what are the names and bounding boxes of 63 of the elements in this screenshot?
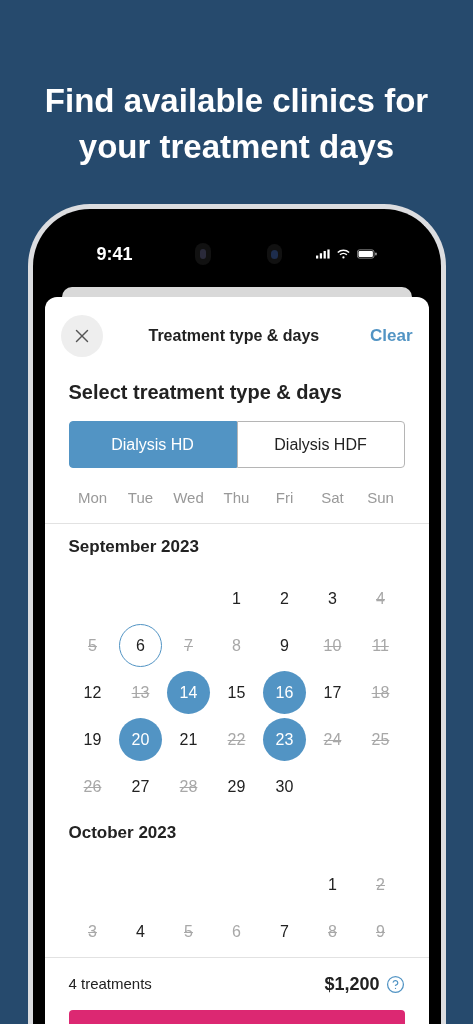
sensor-icon xyxy=(194,243,212,265)
calendar-day[interactable]: 5 xyxy=(167,910,210,953)
calendar-day[interactable]: 13 xyxy=(119,671,162,714)
weekday-label: Sun xyxy=(366,488,395,508)
price-total: $1,200 xyxy=(324,972,380,996)
calendar-day[interactable]: 1 xyxy=(311,863,354,906)
calendar-day[interactable]: 27 xyxy=(119,765,162,808)
calendar-day[interactable]: 3 xyxy=(311,577,354,620)
calendar-day[interactable]: 24 xyxy=(311,718,354,761)
month-title: September 2023 xyxy=(68,536,200,554)
month-title: October 2023 xyxy=(68,822,178,840)
camera-icon xyxy=(267,244,283,264)
help-icon[interactable] xyxy=(385,974,405,994)
calendar-day[interactable]: 18 xyxy=(359,671,402,714)
calendar-day[interactable]: 14 xyxy=(167,671,210,714)
weekday-label: Thu xyxy=(222,488,251,508)
battery-icon xyxy=(356,248,377,260)
calendar-day[interactable]: 22 xyxy=(215,718,258,761)
section-title: Select treatment type & days xyxy=(67,380,343,405)
calendar-day[interactable]: 6 xyxy=(215,910,258,953)
calendar-day[interactable]: 8 xyxy=(311,910,354,953)
calendar-day[interactable]: 26 xyxy=(71,765,114,808)
calendar-day[interactable]: 7 xyxy=(263,910,306,953)
calendar-day[interactable]: 9 xyxy=(263,624,306,667)
calendar-day[interactable]: 12 xyxy=(71,671,114,714)
calendar-day[interactable]: 11 xyxy=(359,624,402,667)
sheet-title: Treatment type & days xyxy=(148,326,320,346)
treatment-count: 4 treatments xyxy=(68,973,152,994)
headline: Find available clinics for your treatment days xyxy=(43,81,430,167)
weekday-label: Wed xyxy=(172,488,205,508)
status-time: 9:41 xyxy=(96,242,133,266)
calendar-day[interactable]: 8 xyxy=(215,624,258,667)
calendar-day[interactable]: 1 xyxy=(215,577,258,620)
weekday-label: Fri xyxy=(274,488,295,508)
calendar-day[interactable]: 28 xyxy=(167,765,210,808)
calendar-day[interactable]: 2 xyxy=(263,577,306,620)
calendar-day[interactable]: 4 xyxy=(359,577,402,620)
wifi-icon xyxy=(336,248,350,260)
clear-link[interactable]: Clear xyxy=(369,323,413,349)
calendar-day[interactable]: 16 xyxy=(263,671,306,714)
close-button[interactable] xyxy=(60,315,103,357)
calendar-day[interactable]: 21 xyxy=(167,718,210,761)
calendar-day[interactable]: 3 xyxy=(71,910,114,953)
weekday-label: Mon xyxy=(76,488,109,508)
calendar-day[interactable]: 19 xyxy=(71,718,114,761)
segment-tab[interactable]: Dialysis HD xyxy=(68,421,237,468)
calendar-day[interactable]: 7 xyxy=(167,624,210,667)
segment-tab[interactable]: Dialysis HDF xyxy=(236,421,405,468)
weekday-label: Tue xyxy=(126,488,155,508)
calendar-day[interactable]: 15 xyxy=(215,671,258,714)
calendar-day[interactable]: 10 xyxy=(311,624,354,667)
calendar-day[interactable]: 2 xyxy=(359,863,402,906)
calendar-day[interactable]: 17 xyxy=(311,671,354,714)
signal-icon xyxy=(316,248,330,260)
calendar-day[interactable]: 9 xyxy=(359,910,402,953)
calendar-day[interactable]: 25 xyxy=(359,718,402,761)
calendar-day[interactable]: 30 xyxy=(263,765,306,808)
calendar-day[interactable]: 5 xyxy=(71,624,114,667)
weekday-label: Sat xyxy=(320,488,345,508)
calendar-day[interactable]: 29 xyxy=(215,765,258,808)
calendar-day[interactable]: 23 xyxy=(263,718,306,761)
calendar-day[interactable]: 20 xyxy=(119,718,162,761)
calendar-day[interactable]: 4 xyxy=(119,910,162,953)
